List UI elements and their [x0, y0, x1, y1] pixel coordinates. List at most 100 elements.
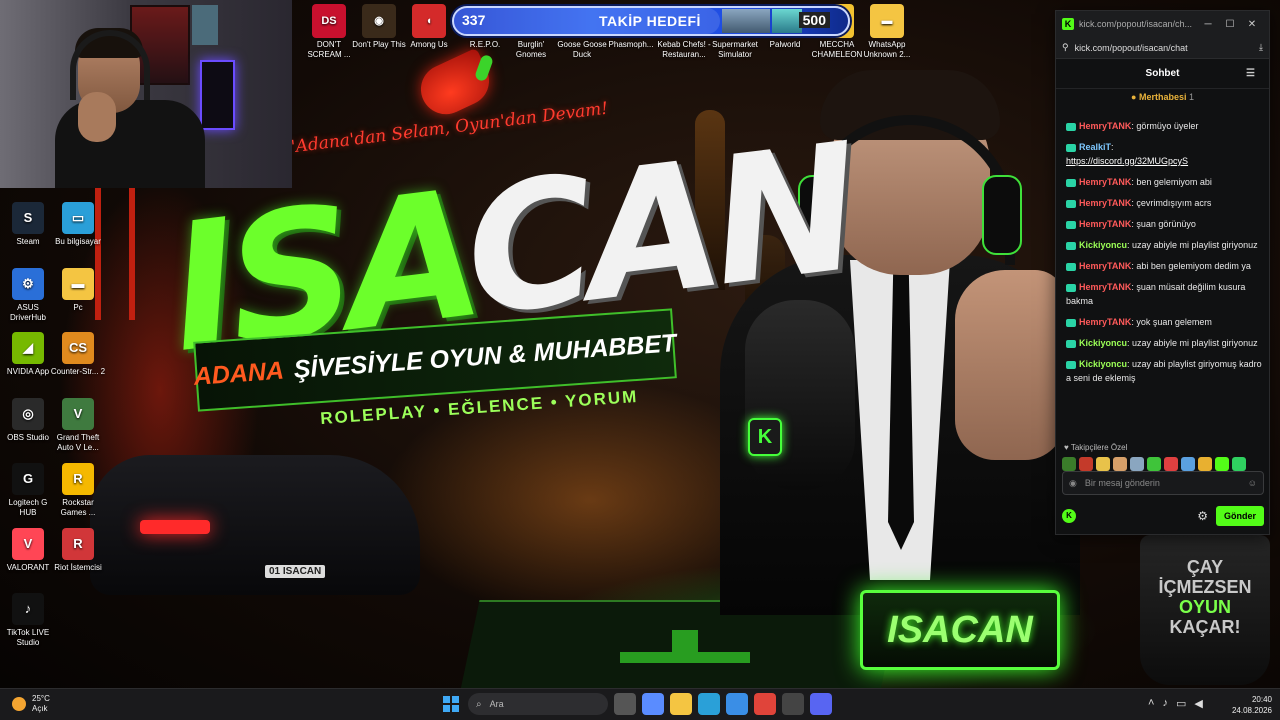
- emote-icon[interactable]: [1164, 457, 1178, 471]
- desktop-shortcut[interactable]: R Riot İstemcisi: [50, 528, 106, 573]
- folder-icon: ▬: [62, 268, 94, 300]
- chat-message: RealkiT: https://discord.gg/32MUGpcyS: [1066, 140, 1263, 168]
- rockstar-icon: R: [62, 463, 94, 495]
- shortcut-label: VALORANT: [6, 563, 50, 572]
- weather-widget[interactable]: 25°C Açık: [12, 694, 50, 714]
- search-placeholder: Ara: [489, 699, 504, 709]
- chat-username[interactable]: HemryTANK: [1079, 261, 1131, 271]
- desktop-shortcut[interactable]: R Rockstar Games ...: [50, 463, 106, 518]
- kick-badge-icon[interactable]: K: [1062, 509, 1076, 523]
- chat-username[interactable]: Kickiyoncu: [1079, 338, 1127, 348]
- microphone-icon[interactable]: ♪: [1162, 697, 1168, 710]
- chat-address-bar[interactable]: ⚲ kick.com/popout/isacan/chat ⤓: [1056, 37, 1269, 59]
- chat-message: HemryTANK: görmüyo üyeler: [1066, 119, 1263, 133]
- copilot-icon[interactable]: [642, 693, 664, 715]
- chat-text: yok şuan gelemem: [1136, 317, 1212, 327]
- obs-icon[interactable]: [782, 693, 804, 715]
- shortcut-label: Counter-Str... 2: [50, 367, 106, 376]
- chat-input-placeholder[interactable]: Bir mesaj gönderin: [1085, 478, 1248, 488]
- desktop-shortcut[interactable]: V VALORANT: [0, 528, 56, 573]
- chat-username[interactable]: Kickiyoncu: [1079, 359, 1127, 369]
- start-button[interactable]: [440, 693, 462, 715]
- users-icon[interactable]: ☰: [1246, 68, 1255, 79]
- clock[interactable]: 20:40 24.08.2026: [1222, 694, 1272, 716]
- chat-text: ben gelemiyom abi: [1136, 177, 1212, 187]
- desktop-shortcut[interactable]: ♪ TikTok LIVE Studio: [0, 593, 56, 648]
- pinned-gift[interactable]: ● Merthabesi 1: [1056, 89, 1269, 105]
- chat-username[interactable]: HemryTANK: [1079, 317, 1131, 327]
- chat-input[interactable]: ◉ Bir mesaj gönderin ☺: [1062, 471, 1264, 495]
- desktop-shortcut[interactable]: CS Counter-Str... 2: [50, 332, 106, 377]
- volume-icon[interactable]: ◀: [1194, 697, 1202, 710]
- chat-footer: K ⚙ Gönder: [1062, 505, 1264, 527]
- emote-icon[interactable]: [1079, 457, 1093, 471]
- chat-window-titlebar[interactable]: K kick.com/popout/isacan/ch... ─ ☐ ✕: [1056, 11, 1269, 37]
- emote-icon[interactable]: [1147, 457, 1161, 471]
- smiley-icon[interactable]: ☺: [1248, 478, 1257, 488]
- shortcut-label: Palworld: [769, 40, 801, 49]
- chat-message-list: HemryTANK: görmüyo üyeler RealkiT: https:…: [1056, 119, 1269, 437]
- chat-username[interactable]: HemryTANK: [1079, 177, 1131, 187]
- chevron-up-icon[interactable]: ˄: [1148, 697, 1154, 710]
- chat-text: çevrimdışıyım acrs: [1136, 198, 1212, 208]
- emote-icon[interactable]: [1198, 457, 1212, 471]
- network-icon[interactable]: ▭: [1176, 697, 1186, 710]
- chat-username[interactable]: RealkiT: [1079, 142, 1111, 152]
- site-settings-icon[interactable]: ⚲: [1062, 42, 1069, 53]
- send-button[interactable]: Gönder: [1215, 506, 1264, 526]
- maximize-icon[interactable]: ☐: [1219, 19, 1241, 30]
- taskbar-center: ⌕ Ara: [440, 693, 832, 715]
- gear-icon[interactable]: ⚙: [1197, 509, 1208, 523]
- shortcut-label: WhatsApp Unknown 2...: [863, 40, 911, 59]
- emote-icon[interactable]: [1062, 457, 1076, 471]
- emote-icon[interactable]: [1215, 457, 1229, 471]
- discord-icon[interactable]: [810, 693, 832, 715]
- emote-icon[interactable]: [1096, 457, 1110, 471]
- kick-badge-icon: [1066, 220, 1076, 229]
- webcam-overlay: [0, 0, 292, 188]
- desktop-shortcut[interactable]: ▭ Bu bilgisayar: [50, 202, 106, 247]
- store-icon[interactable]: [726, 693, 748, 715]
- chat-url[interactable]: kick.com/popout/isacan/chat: [1075, 43, 1259, 53]
- desktop-shortcut[interactable]: ◎ OBS Studio: [0, 398, 56, 443]
- desktop-shortcut[interactable]: V Grand Theft Auto V Le...: [50, 398, 106, 453]
- shortcut-label: NVIDIA App: [6, 367, 50, 376]
- task-view-icon[interactable]: [614, 693, 636, 715]
- desktop-shortcut[interactable]: G Logitech G HUB: [0, 463, 56, 518]
- banner-accent: ADANA: [192, 356, 285, 391]
- emote-icon[interactable]: [1130, 457, 1144, 471]
- desktop-shortcut[interactable]: ▬ WhatsApp Unknown 2...: [858, 4, 916, 60]
- chrome-icon[interactable]: [754, 693, 776, 715]
- chat-username[interactable]: HemryTANK: [1079, 198, 1131, 208]
- desktop-shortcut[interactable]: ▬ Pc: [50, 268, 106, 313]
- shortcut-label: Among Us: [410, 40, 448, 49]
- minimize-icon[interactable]: ─: [1197, 19, 1219, 30]
- desktop-shortcut[interactable]: ◖ Among Us: [400, 4, 458, 50]
- edge-icon[interactable]: [698, 693, 720, 715]
- wallpaper-nameplate: ISACAN: [860, 590, 1060, 670]
- file-explorer-icon[interactable]: [670, 693, 692, 715]
- desktop-shortcut[interactable]: ◢ NVIDIA App: [0, 332, 56, 377]
- chat-link[interactable]: https://discord.gg/32MUGpcyS: [1066, 156, 1188, 166]
- emote-icon[interactable]: [1232, 457, 1246, 471]
- emote-icon[interactable]: [1113, 457, 1127, 471]
- emote-icon[interactable]: [1181, 457, 1195, 471]
- webcam-poster-small: [192, 5, 218, 45]
- chat-text: abi ben gelemiyom dedim ya: [1136, 261, 1251, 271]
- pinned-count: 1: [1188, 92, 1194, 102]
- chat-username[interactable]: HemryTANK: [1079, 219, 1131, 229]
- shortcut-label: Burglin' Gnomes: [515, 40, 547, 59]
- close-icon[interactable]: ✕: [1241, 19, 1263, 30]
- download-icon[interactable]: ⤓: [1259, 42, 1263, 53]
- chat-username[interactable]: HemryTANK: [1079, 282, 1131, 292]
- shortcut-label: Logitech G HUB: [8, 498, 48, 517]
- kick-chat-window: K kick.com/popout/isacan/ch... ─ ☐ ✕ ⚲ k…: [1055, 10, 1270, 535]
- desktop-shortcut[interactable]: ⚙ ASUS DriverHub: [0, 268, 56, 323]
- chat-message: HemryTANK: ben gelemiyom abi: [1066, 175, 1263, 189]
- desktop-shortcut[interactable]: S Steam: [0, 202, 56, 247]
- riot-icon: R: [62, 528, 94, 560]
- chat-username[interactable]: Kickiyoncu: [1079, 240, 1127, 250]
- chat-username[interactable]: HemryTANK: [1079, 121, 1131, 131]
- search-box[interactable]: ⌕ Ara: [468, 693, 608, 715]
- emote-picker-icon[interactable]: ◉: [1069, 478, 1077, 489]
